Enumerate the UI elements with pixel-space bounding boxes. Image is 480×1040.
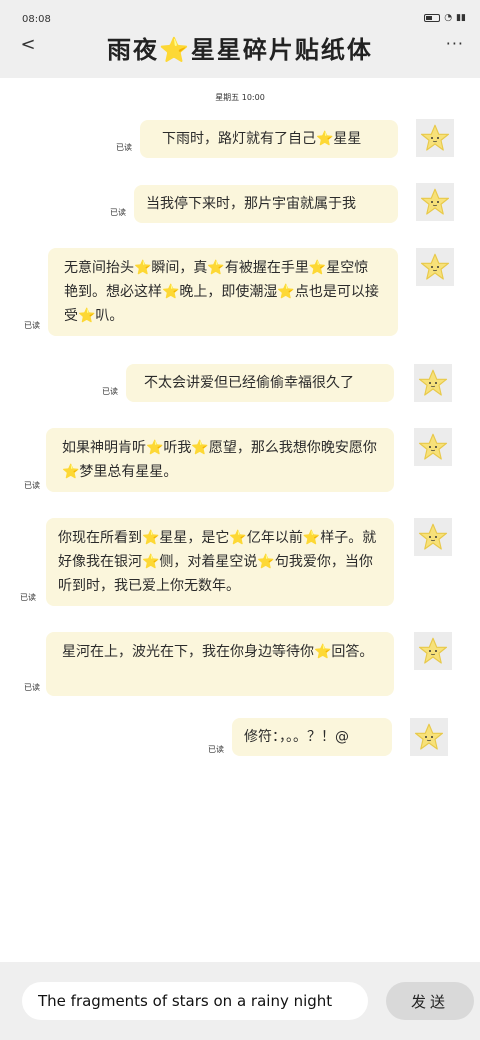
star-avatar-icon	[418, 433, 448, 460]
message-bubble[interactable]: 当我停下来时，那片宇宙就属于我	[134, 185, 398, 223]
message-bubble[interactable]: 不太会讲爱但已经偷偷幸福很久了	[126, 364, 394, 402]
read-status: 已读	[102, 387, 118, 396]
star-avatar-icon	[420, 253, 450, 280]
read-status: 已读	[24, 321, 40, 330]
message-bubble[interactable]: 下雨时，路灯就有了自己⭐星星	[140, 120, 398, 158]
message-bubble[interactable]: 无意间抬头⭐瞬间，真⭐有被握在手里⭐星空惊艳到。想必这样⭐晚上，即使潮湿⭐点也是…	[48, 248, 398, 336]
message-input[interactable]	[22, 982, 368, 1020]
avatar[interactable]	[416, 183, 454, 221]
read-status: 已读	[208, 745, 224, 754]
avatar[interactable]	[410, 718, 448, 756]
message-row: 已读 不太会讲爱但已经偷偷幸福很久了	[0, 364, 480, 404]
avatar[interactable]	[414, 364, 452, 402]
status-icons: ◔ ▮▮	[424, 13, 466, 23]
top-bar: 08:08 ◔ ▮▮ < 雨夜⭐星星碎片贴纸体 ···	[0, 0, 480, 78]
message-bubble[interactable]: 修符：，。。？！@	[232, 718, 392, 756]
wifi-icon: ◔	[444, 13, 453, 23]
back-icon[interactable]: <	[18, 34, 38, 56]
avatar[interactable]	[416, 248, 454, 286]
avatar[interactable]	[414, 632, 452, 670]
message-row: 已读 无意间抬头⭐瞬间，真⭐有被握在手里⭐星空惊艳到。想必这样⭐晚上，即使潮湿⭐…	[0, 248, 480, 338]
avatar[interactable]	[416, 119, 454, 157]
battery-icon	[424, 14, 441, 22]
message-bubble[interactable]: 星河在上，波光在下，我在你身边等待你⭐回答。	[46, 632, 394, 696]
message-timestamp: 星期五 10:00	[215, 93, 265, 102]
message-row: 已读 修符：，。。？！@	[0, 718, 480, 758]
more-icon[interactable]: ···	[446, 34, 464, 53]
star-avatar-icon	[420, 188, 450, 215]
star-avatar-icon	[418, 637, 448, 664]
message-bubble[interactable]: 如果神明肯听⭐听我⭐愿望，那么我想你晚安愿你⭐梦里总有星星。	[46, 428, 394, 492]
input-bar: 发送	[0, 962, 480, 1040]
message-row: 已读 星河在上，波光在下，我在你身边等待你⭐回答。	[0, 632, 480, 698]
star-avatar-icon	[420, 124, 450, 151]
signal-icon: ▮▮	[456, 13, 466, 23]
read-status: 已读	[116, 143, 132, 152]
message-row: 已读 下雨时，路灯就有了自己⭐星星	[0, 118, 480, 160]
page-title: 雨夜⭐星星碎片贴纸体	[107, 36, 373, 64]
send-button[interactable]: 发送	[386, 982, 474, 1020]
read-status: 已读	[110, 208, 126, 217]
avatar[interactable]	[414, 428, 452, 466]
star-avatar-icon	[418, 523, 448, 550]
star-avatar-icon	[418, 369, 448, 396]
read-status: 已读	[20, 593, 36, 602]
message-row: 已读 当我停下来时，那片宇宙就属于我	[0, 183, 480, 225]
read-status: 已读	[24, 683, 40, 692]
avatar[interactable]	[414, 518, 452, 556]
star-avatar-icon	[414, 723, 444, 750]
status-time: 08:08	[22, 14, 51, 25]
message-row: 已读 如果神明肯听⭐听我⭐愿望，那么我想你晚安愿你⭐梦里总有星星。	[0, 428, 480, 494]
message-row: 已读 你现在所看到⭐星星，是它⭐亿年以前⭐样子。就好像我在银河⭐侧，对着星空说⭐…	[0, 518, 480, 608]
message-bubble[interactable]: 你现在所看到⭐星星，是它⭐亿年以前⭐样子。就好像我在银河⭐侧，对着星空说⭐句我爱…	[46, 518, 394, 606]
read-status: 已读	[24, 481, 40, 490]
